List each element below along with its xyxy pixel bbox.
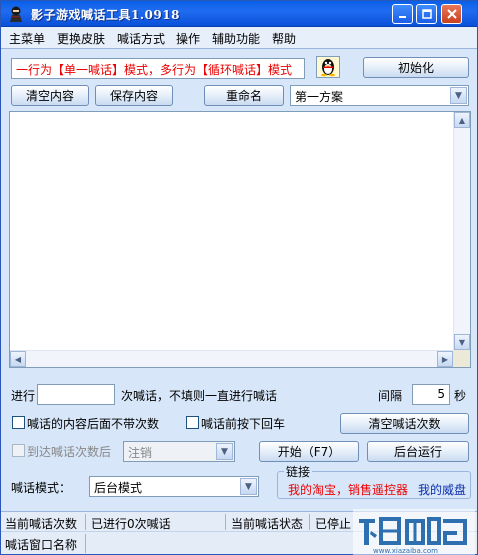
penguin-icon bbox=[321, 59, 335, 77]
no-count-suffix-label: 喊话的内容后面不带次数 bbox=[27, 417, 160, 431]
maximize-button[interactable] bbox=[416, 4, 437, 24]
shout-mode-value: 后台模式 bbox=[94, 481, 143, 495]
status-window-label: 喊话窗口名称 bbox=[5, 538, 78, 552]
menu-bar: 主菜单 更换皮肤 喊话方式 操作 辅助功能 帮助 bbox=[1, 27, 477, 49]
scroll-down-icon[interactable]: ▼ bbox=[454, 334, 470, 350]
press-enter-label: 喊话前按下回车 bbox=[201, 417, 286, 431]
press-enter-checkbox[interactable] bbox=[186, 416, 199, 429]
run-prefix-label: 进行 bbox=[11, 389, 36, 403]
watermark-domain: www.xiazaiba.com bbox=[373, 547, 438, 555]
menu-assist[interactable]: 辅助功能 bbox=[212, 30, 260, 47]
interval-input[interactable]: 5 bbox=[412, 384, 450, 405]
vertical-scrollbar[interactable]: ▲ ▼ bbox=[453, 112, 470, 350]
run-suffix-label: 次喊话，不填则一直进行喊话 bbox=[121, 389, 278, 403]
shout-mode-select[interactable]: 后台模式 ▼ bbox=[89, 476, 259, 497]
status-state-label: 当前喊话状态 bbox=[231, 517, 304, 531]
shout-content-textarea[interactable]: ▲ ▼ ◀ ▶ bbox=[9, 111, 471, 368]
status-divider bbox=[85, 534, 86, 553]
menu-operation[interactable]: 操作 bbox=[176, 30, 200, 47]
close-button[interactable] bbox=[441, 4, 462, 24]
menu-main[interactable]: 主菜单 bbox=[9, 30, 45, 47]
shout-mode-label: 喊话模式： bbox=[11, 481, 72, 495]
background-run-button[interactable]: 后台运行 bbox=[367, 441, 469, 462]
taobao-link[interactable]: 我的淘宝，销售遥控器 bbox=[288, 481, 408, 498]
after-reached-checkbox[interactable] bbox=[12, 444, 25, 457]
menu-skin[interactable]: 更换皮肤 bbox=[57, 30, 105, 47]
save-content-button[interactable]: 保存内容 bbox=[95, 85, 173, 106]
status-count-value: 已进行0次喊话 bbox=[91, 517, 171, 531]
weidian-link[interactable]: 我的威盘 bbox=[418, 481, 466, 498]
chevron-down-icon: ▼ bbox=[216, 443, 233, 460]
maximize-icon bbox=[421, 9, 432, 19]
menu-shout-method[interactable]: 喊话方式 bbox=[117, 30, 165, 47]
chevron-down-icon: ▼ bbox=[240, 478, 257, 495]
scroll-up-icon[interactable]: ▲ bbox=[454, 112, 470, 128]
rename-button[interactable]: 重命名 bbox=[204, 85, 284, 106]
scroll-right-icon[interactable]: ▶ bbox=[437, 351, 453, 367]
interval-label: 间隔 bbox=[378, 389, 403, 403]
scheme-select-value: 第一方案 bbox=[295, 90, 344, 104]
minimize-icon bbox=[398, 16, 406, 18]
scheme-select[interactable]: 第一方案 ▼ bbox=[290, 85, 469, 106]
clear-content-button[interactable]: 清空内容 bbox=[11, 85, 89, 106]
after-reached-label: 到达喊话次数后 bbox=[27, 445, 112, 459]
status-divider bbox=[309, 514, 310, 530]
menu-help[interactable]: 帮助 bbox=[272, 30, 296, 47]
minimize-button[interactable] bbox=[392, 4, 413, 24]
qq-penguin-icon[interactable] bbox=[316, 56, 340, 78]
mode-description: 一行为【单一喊话】模式，多行为【循环喊话】模式 bbox=[11, 58, 305, 79]
window-title: 影子游戏喊话工具1.0918 bbox=[31, 8, 180, 22]
links-group: 链接 我的淘宝，销售遥控器 我的威盘 bbox=[277, 463, 471, 499]
status-divider bbox=[225, 514, 226, 530]
status-state-value: 已停止 bbox=[315, 517, 352, 531]
after-action-select[interactable]: 注销 ▼ bbox=[123, 441, 235, 462]
scroll-left-icon[interactable]: ◀ bbox=[10, 351, 26, 367]
status-count-label: 当前喊话次数 bbox=[5, 517, 78, 531]
close-icon bbox=[446, 9, 457, 19]
interval-unit-label: 秒 bbox=[454, 389, 467, 403]
ninja-app-icon bbox=[10, 6, 22, 22]
after-action-value: 注销 bbox=[128, 446, 153, 460]
status-divider bbox=[85, 514, 86, 530]
title-bar[interactable]: 影子游戏喊话工具1.0918 bbox=[1, 1, 477, 27]
main-window: 影子游戏喊话工具1.0918 主菜单 更换皮肤 喊话方式 操作 辅助功能 帮助 … bbox=[0, 0, 478, 555]
links-legend: 链接 bbox=[284, 463, 313, 480]
scrollbar-corner bbox=[453, 350, 470, 367]
init-button[interactable]: 初始化 bbox=[363, 57, 469, 78]
horizontal-scrollbar[interactable]: ◀ ▶ bbox=[10, 350, 453, 367]
shout-count-input[interactable] bbox=[37, 384, 115, 405]
xiazaiba-watermark-logo: www.xiazaiba.com bbox=[353, 509, 475, 555]
no-count-suffix-checkbox[interactable] bbox=[12, 416, 25, 429]
chevron-down-icon: ▼ bbox=[450, 87, 467, 104]
start-button[interactable]: 开始（F7） bbox=[259, 441, 359, 462]
clear-count-button[interactable]: 清空喊话次数 bbox=[340, 413, 469, 434]
